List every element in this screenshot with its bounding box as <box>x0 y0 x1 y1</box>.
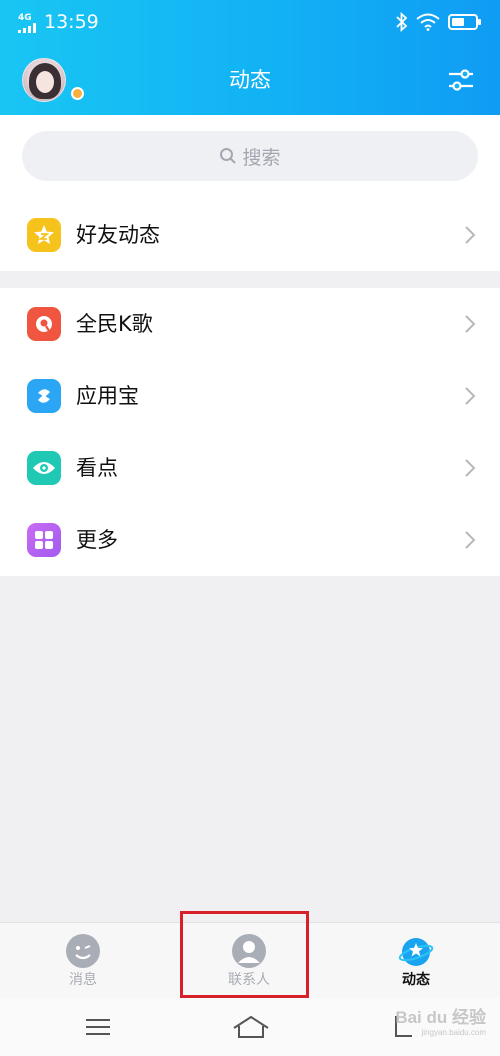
karaoke-icon <box>27 307 61 341</box>
tab-messages[interactable]: 消息 <box>23 923 143 999</box>
wifi-icon <box>416 13 440 31</box>
tab-label: 消息 <box>69 972 97 988</box>
tab-moments[interactable]: 动态 <box>356 923 476 999</box>
list-item-label: 好友动态 <box>76 223 160 247</box>
tab-label: 动态 <box>402 972 430 988</box>
menu-icon[interactable] <box>86 1018 110 1036</box>
chevron-right-icon <box>465 226 476 244</box>
network-type: 4G <box>18 13 32 23</box>
search-icon <box>219 147 237 165</box>
signal-icon <box>18 23 36 33</box>
watermark-sub: jingyan.baidu.com <box>421 1028 486 1037</box>
app-store-icon <box>27 379 61 413</box>
list-item-label: 更多 <box>76 528 118 552</box>
page-title: 动态 <box>229 68 271 92</box>
list-item-karaoke[interactable]: 全民K歌 <box>0 288 500 360</box>
highlight-annotation <box>180 911 309 998</box>
list-item-more[interactable]: 更多 <box>0 504 500 576</box>
battery-icon <box>448 14 481 30</box>
watermark-text: Bai du 经验 <box>395 1008 486 1027</box>
status-bar: 4G 13:59 <box>0 0 500 44</box>
chevron-right-icon <box>465 459 476 477</box>
chevron-right-icon <box>465 315 476 333</box>
planet-star-icon <box>398 938 434 966</box>
friends-feed-icon <box>27 218 61 252</box>
search-placeholder: 搜索 <box>242 146 281 169</box>
home-icon[interactable] <box>232 1014 270 1040</box>
header: 4G 13:59 动态 <box>0 0 500 115</box>
list-item-label: 应用宝 <box>76 384 139 408</box>
bluetooth-icon <box>396 12 408 32</box>
sliders-icon[interactable] <box>446 65 476 95</box>
eye-icon <box>27 451 61 485</box>
status-time: 13:59 <box>44 11 99 33</box>
list-item-kandian[interactable]: 看点 <box>0 432 500 504</box>
search-input[interactable]: 搜索 <box>22 131 478 181</box>
messages-icon <box>66 934 100 968</box>
list-item-label: 看点 <box>76 456 118 480</box>
chevron-right-icon <box>465 531 476 549</box>
chevron-right-icon <box>465 387 476 405</box>
more-grid-icon <box>27 523 61 557</box>
list-item-label: 全民K歌 <box>76 312 153 336</box>
list-item-friends-feed[interactable]: 好友动态 <box>0 199 500 271</box>
watermark-logo: Bai du 经验 jingyan.baidu.com <box>395 1003 486 1037</box>
list-item-app-store[interactable]: 应用宝 <box>0 360 500 432</box>
